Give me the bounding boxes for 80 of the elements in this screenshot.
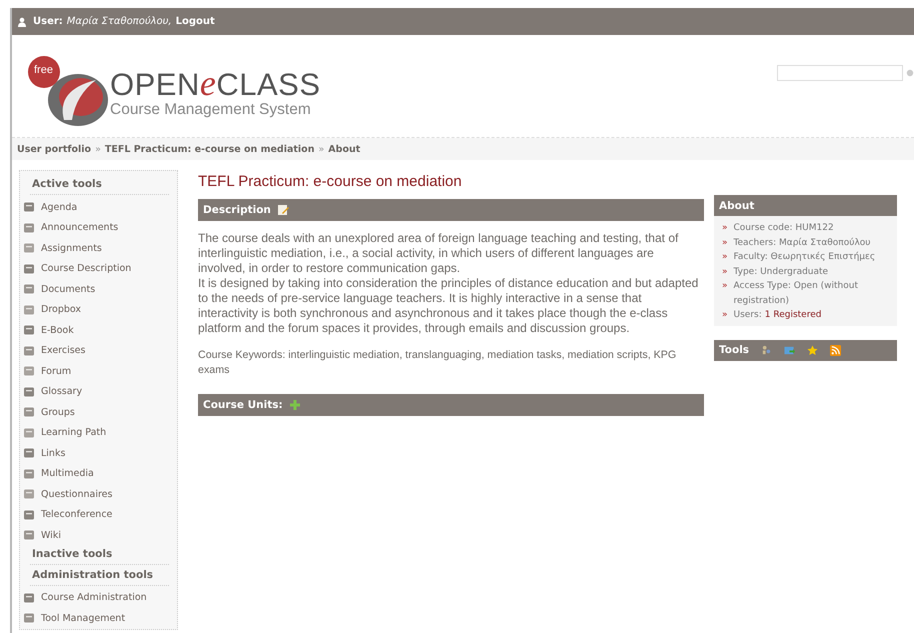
description-text: The course deals with an unexplored area of foreign language teaching and testing, that of interlinguistic mediation, i.e., a social activity, in which users of different languages are involved, in order to restore communication gaps. [198, 231, 680, 276]
sidebar-link[interactable]: Dropbox [41, 304, 82, 316]
tool-icon [23, 488, 35, 500]
about-text: Faculty: Θεωρητικές Επιστήμες [734, 250, 876, 264]
registered-link[interactable]: 1 Registered [764, 310, 822, 320]
search-field[interactable] [777, 65, 903, 81]
tool-icon [23, 592, 35, 604]
breadcrumb-link[interactable]: TEFL Practicum: e-course on mediation [104, 144, 314, 154]
sidebar-link[interactable]: Agenda [41, 202, 78, 213]
about-text: Course code: HUM122 [734, 222, 834, 235]
user-icon [17, 16, 27, 26]
sidebar-link[interactable]: E-Book [41, 324, 74, 336]
breadcrumb-separator: » [95, 144, 101, 154]
tool-icon [23, 508, 35, 521]
sidebar-link[interactable]: Course Administration [41, 592, 147, 604]
sidebar-link[interactable]: Multimedia [41, 468, 94, 480]
tool-icon [23, 365, 35, 378]
tool-icon [23, 468, 35, 480]
tool-icon [23, 283, 35, 296]
tool-icon [23, 201, 35, 214]
mail-icon[interactable] [784, 344, 796, 356]
sidebar-link[interactable]: Groups [41, 406, 75, 418]
sidebar-section-title: Administration tools [30, 566, 169, 586]
logo-badge-text: free [34, 64, 53, 76]
breadcrumb-link[interactable]: User portfolio [17, 144, 92, 154]
sidebar-section-title: Active tools [30, 176, 169, 195]
bullet-mark: » [722, 266, 728, 278]
edit-icon[interactable] [276, 204, 289, 216]
sidebar-link[interactable]: Glossary [41, 386, 82, 398]
bullet-mark: » [722, 309, 728, 322]
tool-icon [23, 529, 35, 542]
logo-tagline: Course Management System [110, 101, 312, 119]
sidebar-link[interactable]: Teleconference [41, 509, 112, 520]
tool-icon [23, 242, 35, 254]
logo-wordmark: OPENeCLASS [110, 65, 321, 101]
bullet-mark: » [722, 251, 728, 264]
sidebar-link[interactable]: Learning Path [41, 427, 106, 438]
about-text: Teachers: Μαρία Σταθοπούλου [734, 236, 870, 250]
tool-icon [23, 344, 35, 357]
bullet-mark: » [722, 236, 728, 250]
tool-icon [23, 406, 35, 418]
sidebar-link[interactable]: Tool Management [41, 612, 126, 624]
user-name-link[interactable]: Μαρία Σταθοπούλου, [66, 16, 172, 27]
tool-icon [23, 426, 35, 439]
search-icon[interactable] [906, 67, 914, 79]
tool-icon [23, 612, 35, 624]
about-text: Users: 1 Registered [734, 309, 822, 322]
user-label: User: [33, 16, 63, 27]
sidebar-link[interactable]: Exercises [41, 345, 86, 356]
sidebar-link[interactable]: Documents [41, 284, 96, 295]
course-keywords: Course Keywords: interlinguistic mediation, translanguaging, mediation tasks, mediation scripts, KPG exams [198, 348, 678, 378]
tool-icon [23, 447, 35, 460]
about-text: Access Type: Open (without registration) [734, 280, 859, 308]
sidebar-link[interactable]: Wiki [41, 530, 61, 541]
sidebar-section-title: Inactive tools [30, 546, 169, 564]
tool-icon [23, 262, 35, 275]
course-title: TEFL Practicum: e-course on mediation [198, 172, 463, 192]
rss-icon[interactable] [830, 344, 842, 356]
sidebar-link[interactable]: Forum [41, 366, 72, 377]
tool-icon [23, 304, 35, 316]
plus-icon[interactable] [288, 399, 301, 411]
star-icon[interactable] [807, 344, 818, 356]
tool-icon [23, 386, 35, 398]
about-heading: About [719, 200, 754, 212]
sidebar-link[interactable]: Announcements [41, 222, 118, 234]
sidebar-link[interactable]: Links [41, 448, 66, 459]
logout-link[interactable]: Logout [176, 16, 215, 27]
tool-icon [23, 324, 35, 336]
description-text: It is designed by taking into consideration the principles of distance education and but adapted to the needs of pre-service language teachers. It is highly interactive in a sense that interactivity is both synchronous and asynchronous and it takes place though the e-class platform and the forum spaces it provides, through emails and discussion groups. [198, 276, 700, 336]
tools-heading: Tools [719, 344, 750, 356]
breadcrumb-separator: » [318, 144, 324, 154]
bullet-mark: » [722, 280, 728, 293]
course-units-heading: Course Units: [203, 399, 283, 411]
sidebar-link[interactable]: Questionnaires [41, 488, 112, 500]
tool-icon [23, 222, 35, 234]
sidebar-link[interactable]: Course Description [41, 263, 132, 274]
sidebar-link[interactable]: Assignments [41, 242, 102, 254]
about-text: Type: Undergraduate [734, 266, 828, 278]
bullet-mark: » [722, 222, 728, 235]
description-heading: Description [203, 204, 271, 216]
